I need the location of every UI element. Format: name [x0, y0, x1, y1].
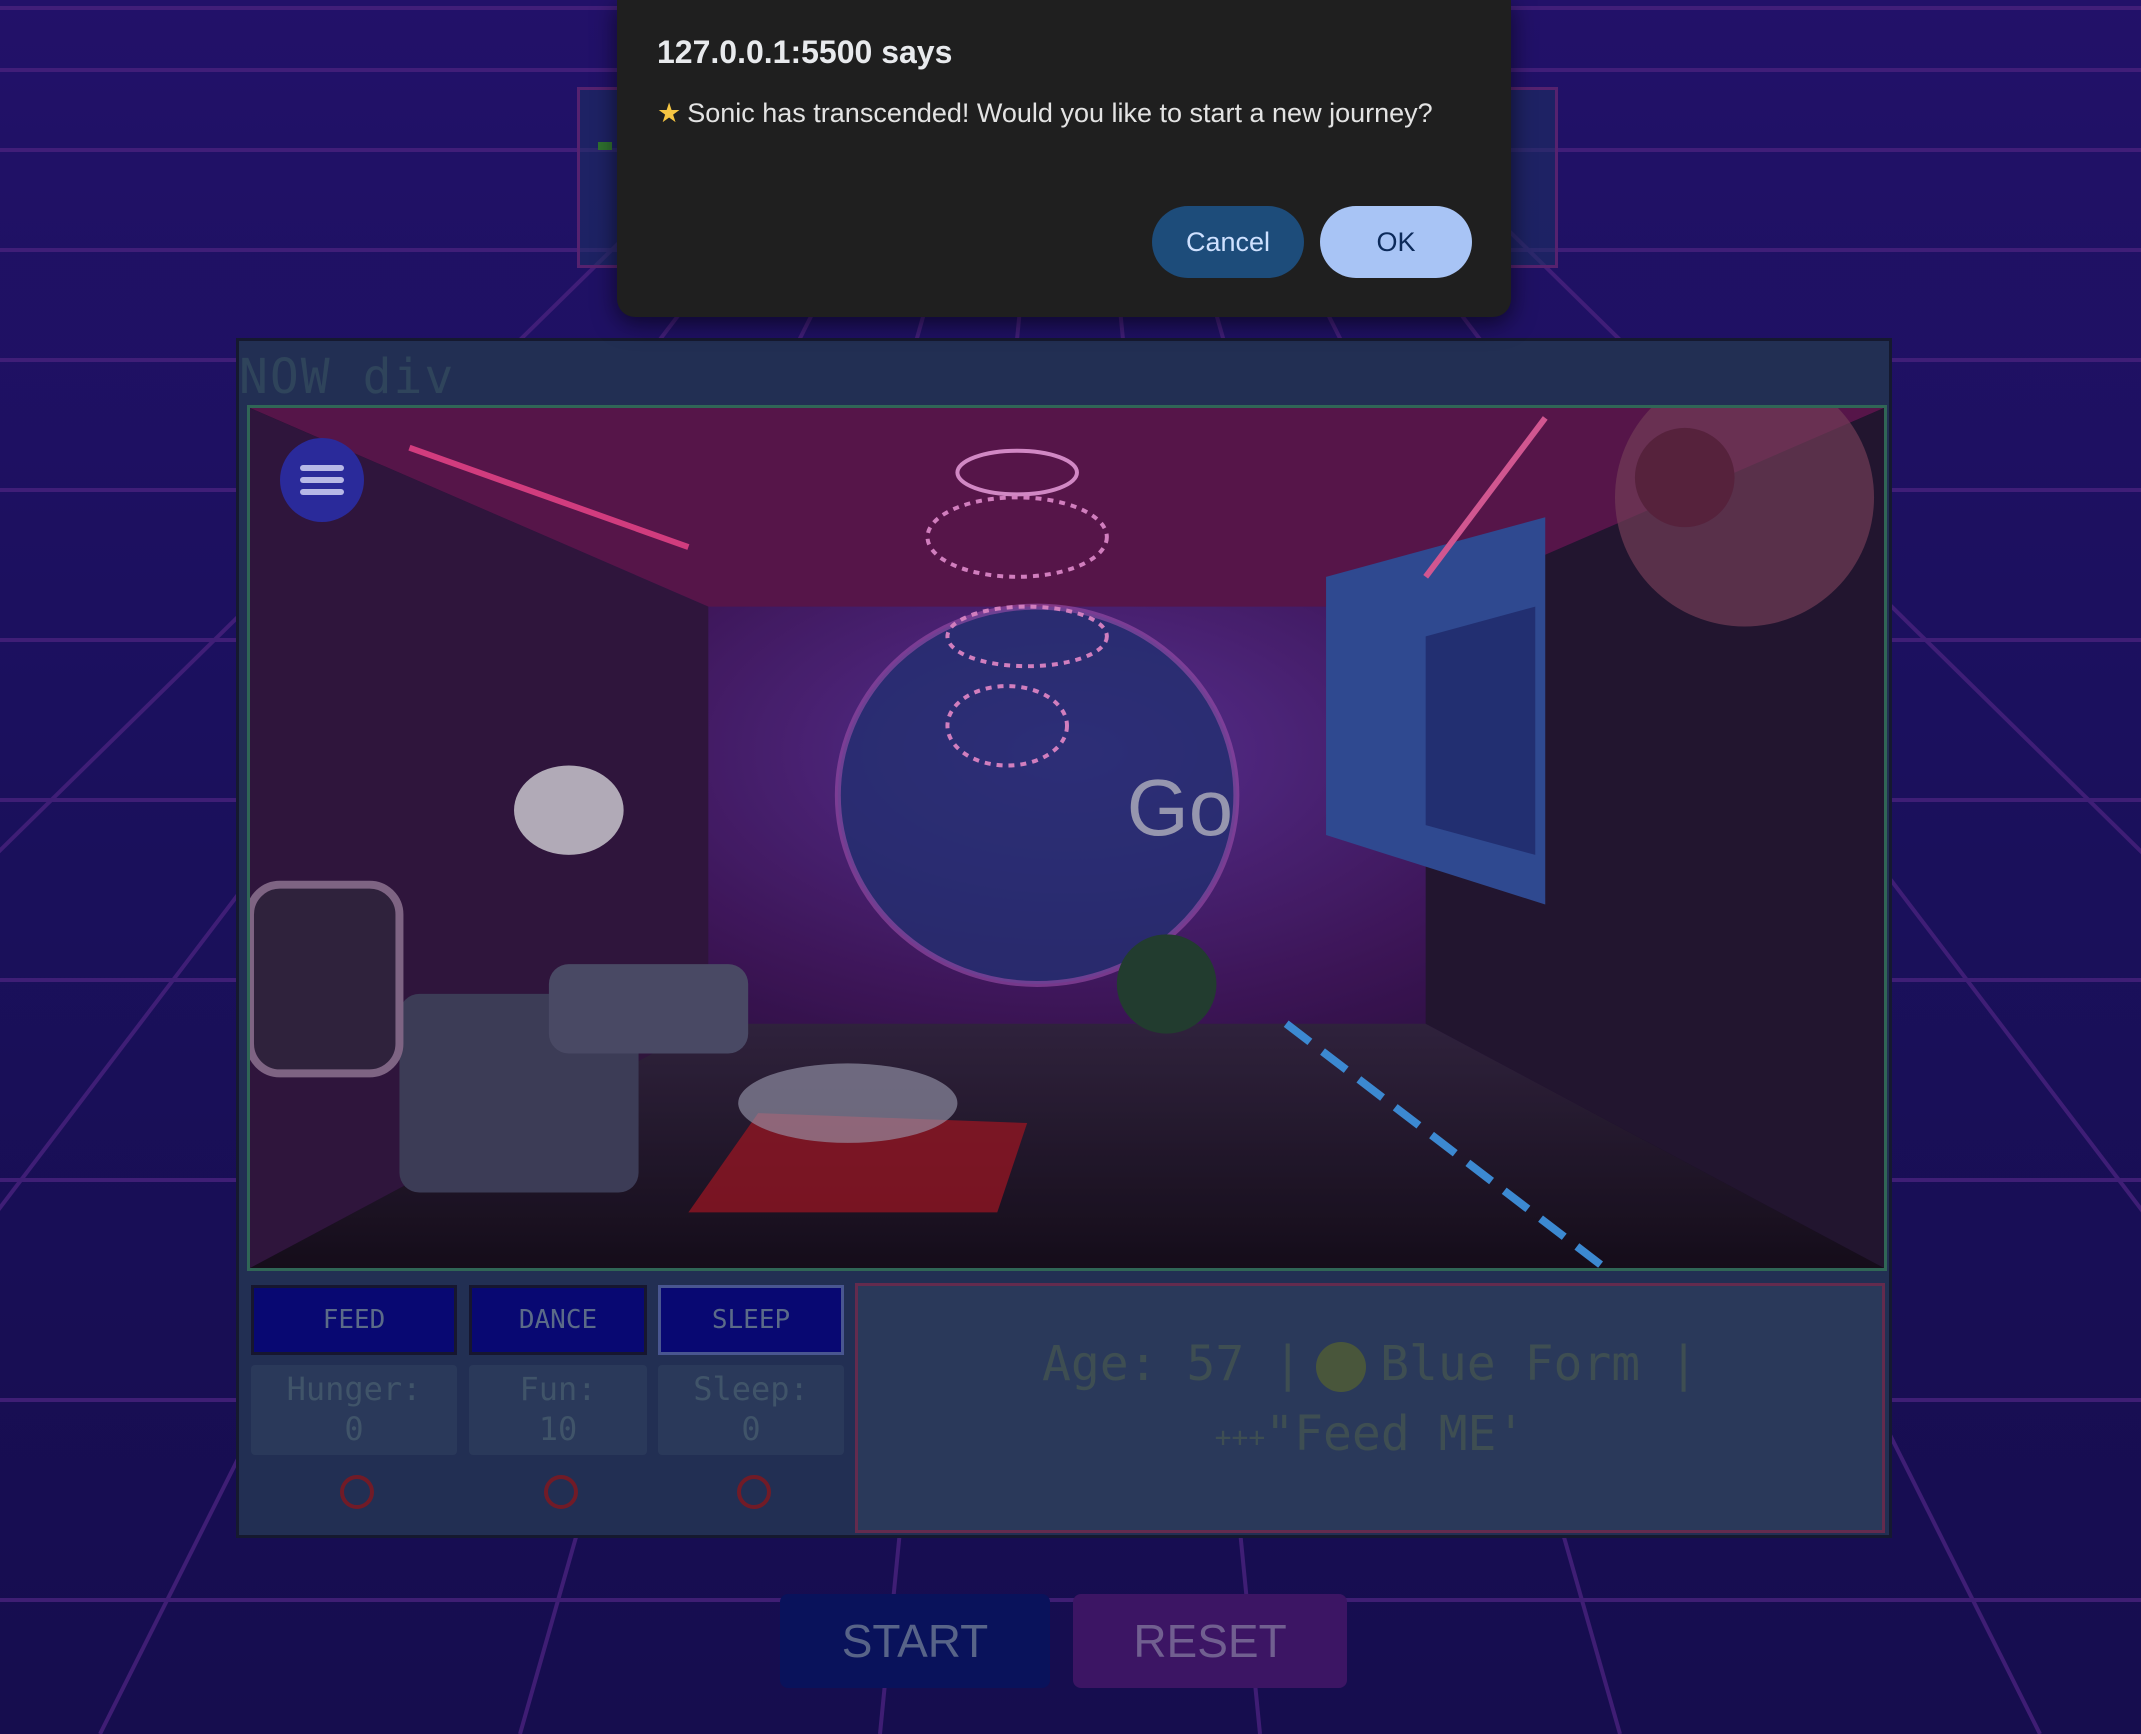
star-icon: ★ — [657, 98, 682, 128]
hunger-label: Hunger: — [286, 1370, 422, 1408]
fun-stat: Fun: 10 — [469, 1365, 647, 1455]
sleep-value: 0 — [741, 1410, 761, 1448]
sleep-button[interactable]: SLEEP — [658, 1285, 844, 1355]
dance-button[interactable]: DANCE — [469, 1285, 647, 1355]
form-label: Blue Form | — [1380, 1336, 1698, 1392]
hamburger-menu-button[interactable] — [280, 438, 364, 522]
svg-text:Go: Go — [1127, 763, 1233, 852]
status-message: +++"Feed ME' — [858, 1406, 1882, 1462]
controls-panel: FEED DANCE SLEEP Hunger: 0 Fun: 10 Sleep… — [247, 1281, 847, 1531]
room-scene-image: Go — [247, 405, 1887, 1271]
message-text: "Feed ME' — [1265, 1406, 1526, 1462]
cancel-button[interactable]: Cancel — [1152, 206, 1304, 278]
fun-label: Fun: — [519, 1370, 597, 1408]
status-age-form: Age: 57 | Blue Form | — [858, 1336, 1882, 1392]
dialog-title: 127.0.0.1:5500 says — [657, 34, 953, 70]
reset-button[interactable]: RESET — [1073, 1594, 1347, 1688]
hunger-indicator-icon — [340, 1475, 374, 1509]
game-frame: NOW div Go FEED DANCE SLEEP Hunger: 0 Fu… — [236, 338, 1892, 1538]
age-label: Age: 57 | — [1042, 1336, 1303, 1392]
sleep-stat: Sleep: 0 — [658, 1365, 844, 1455]
dialog-message: Sonic has transcended! Would you like to… — [687, 98, 1433, 128]
hunger-stat: Hunger: 0 — [251, 1365, 457, 1455]
sleep-label: Sleep: — [693, 1370, 809, 1408]
alert-dialog: 127.0.0.1:5500 says ★ Sonic has transcend… — [617, 0, 1511, 317]
status-panel: Age: 57 | Blue Form | +++"Feed ME' — [855, 1283, 1885, 1533]
sleep-indicator-icon — [737, 1475, 771, 1509]
ok-button[interactable]: OK — [1320, 206, 1472, 278]
feed-button[interactable]: FEED — [251, 1285, 457, 1355]
game-header-text: NOW div — [239, 349, 456, 405]
fun-value: 10 — [538, 1410, 578, 1448]
hunger-value: 0 — [344, 1410, 364, 1448]
fun-indicator-icon — [544, 1475, 578, 1509]
start-button[interactable]: START — [780, 1594, 1050, 1688]
form-color-icon — [1316, 1342, 1367, 1392]
dialog-message-row: ★ Sonic has transcended! Would you like t… — [657, 98, 1433, 129]
message-prefix: +++ — [1214, 1420, 1266, 1454]
